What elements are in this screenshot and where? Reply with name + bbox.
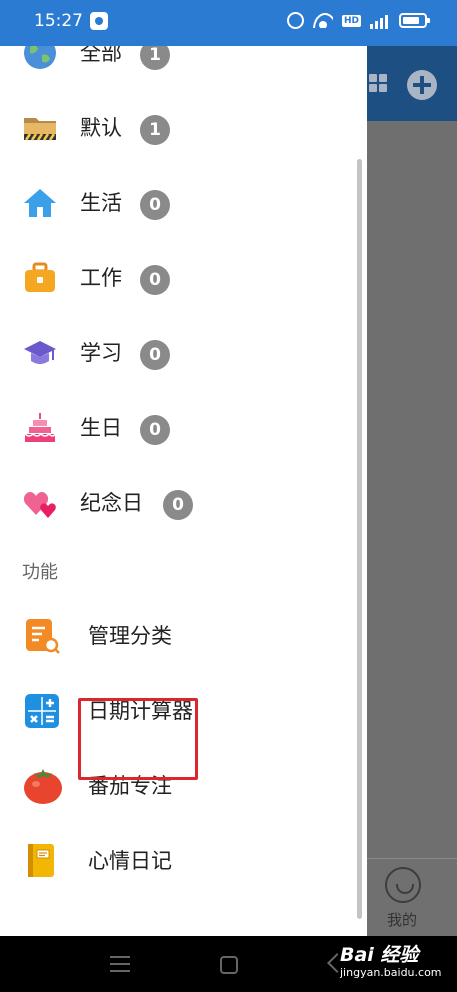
- grid-view-icon: [369, 74, 387, 94]
- watermark-url: jingyan.baidu.com: [340, 966, 442, 979]
- count-badge: 0: [140, 340, 170, 370]
- category-item-default[interactable]: 默认 1: [0, 96, 350, 160]
- count-badge: 0: [140, 190, 170, 220]
- count-badge: 0: [140, 265, 170, 295]
- folder-icon: [24, 118, 56, 141]
- category-label: 全部: [80, 46, 122, 65]
- globe-icon: [24, 46, 56, 69]
- status-indicators: HD: [286, 12, 430, 29]
- category-label: 工作: [80, 266, 122, 290]
- category-item-study[interactable]: 学习 0: [0, 321, 350, 385]
- navigation-drawer: 全部 1 默认 1 生活 0 工作 0 学习 0 生日 0 纪念日 0 功能 管…: [0, 46, 367, 936]
- function-item-mood-diary[interactable]: 心情日记: [0, 829, 350, 893]
- signal-icon: [370, 13, 390, 29]
- hd-icon: HD: [341, 14, 361, 27]
- highlight-annotation-box: [78, 698, 198, 780]
- notification-app-icon: [90, 12, 108, 30]
- wifi-icon: [312, 13, 333, 28]
- graduation-cap-icon: [24, 341, 56, 364]
- hearts-icon: [23, 492, 56, 518]
- category-item-anniversary[interactable]: 纪念日 0: [0, 471, 350, 535]
- category-item-all[interactable]: 全部 1: [0, 46, 350, 85]
- category-item-life[interactable]: 生活 0: [0, 171, 350, 235]
- baidu-watermark: Bai 经验 jingyan.baidu.com: [334, 936, 444, 986]
- me-smile-icon: [385, 867, 421, 903]
- home-icon: [24, 189, 56, 217]
- function-item-manage-categories[interactable]: 管理分类: [0, 604, 350, 668]
- status-time: 15:27: [34, 11, 83, 31]
- calculator-icon: [25, 694, 59, 728]
- manage-categories-icon: [26, 619, 60, 654]
- category-label: 纪念日: [80, 491, 143, 515]
- category-label: 生日: [80, 416, 122, 440]
- category-label: 默认: [80, 116, 122, 140]
- category-label: 生活: [80, 191, 122, 215]
- count-badge: 0: [163, 490, 193, 520]
- cake-icon: [24, 413, 56, 442]
- watermark-brand: Bai 经验: [340, 944, 419, 966]
- category-item-birthday[interactable]: 生日 0: [0, 396, 350, 460]
- background-app-overlay[interactable]: 我的: [367, 46, 457, 936]
- category-label: 学习: [80, 341, 122, 365]
- tomato-icon: [24, 769, 62, 804]
- count-badge: 0: [140, 415, 170, 445]
- background-bottom-nav: 我的: [367, 858, 457, 936]
- drawer-scrollbar[interactable]: [357, 159, 362, 919]
- category-item-work[interactable]: 工作 0: [0, 246, 350, 310]
- function-label: 心情日记: [88, 849, 172, 873]
- functions-section-title: 功能: [22, 562, 58, 583]
- briefcase-icon: [25, 262, 55, 292]
- diary-icon: [28, 844, 54, 877]
- alarm-icon: [286, 12, 304, 29]
- count-badge: 1: [140, 46, 170, 70]
- home-square-icon[interactable]: [220, 956, 238, 974]
- bottom-nav-me-label: 我的: [387, 911, 418, 929]
- background-toolbar: [367, 46, 457, 121]
- status-bar: 15:27 HD: [0, 0, 457, 46]
- battery-icon: [399, 13, 430, 28]
- count-badge: 1: [140, 115, 170, 145]
- add-icon: [407, 70, 437, 100]
- menu-icon[interactable]: [110, 956, 130, 972]
- function-label: 管理分类: [88, 624, 172, 648]
